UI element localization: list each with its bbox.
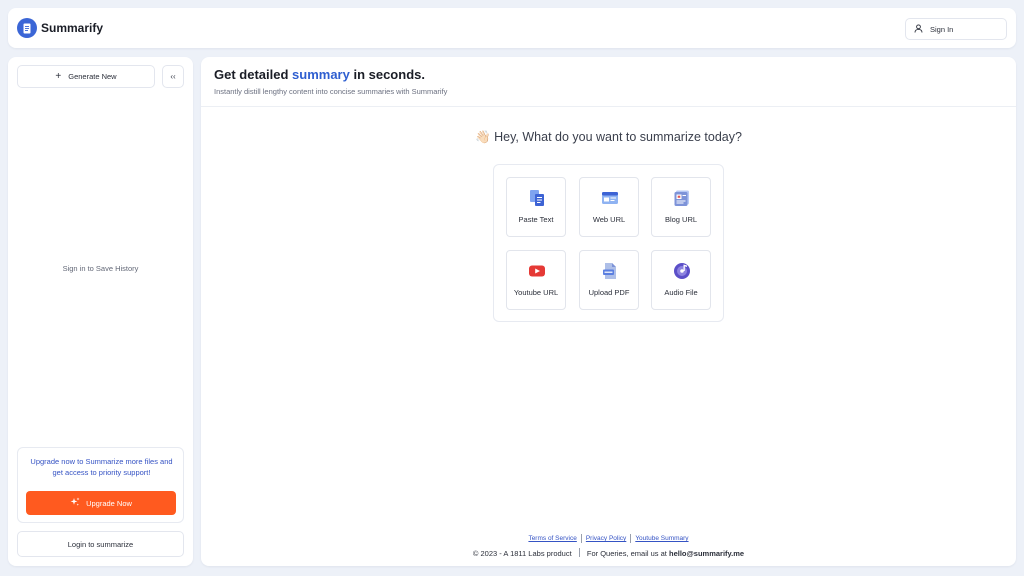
collapse-sidebar-button[interactable]: ‹‹: [162, 65, 184, 88]
youtube-summary-link[interactable]: Youtube Summary: [635, 535, 688, 542]
footer-divider: [578, 548, 580, 557]
option-label: Blog URL: [664, 215, 698, 224]
option-blog-url[interactable]: Blog URL: [651, 177, 711, 237]
login-label: Login to summarize: [67, 539, 134, 549]
greeting: 👋🏻 Hey, What do you want to summarize to…: [201, 130, 1016, 145]
option-label: Web URL: [592, 215, 626, 224]
option-label: Upload PDF: [588, 288, 630, 297]
copyright-text: © 2023 - A 1811 Labs product: [472, 549, 572, 558]
greeting-text: Hey, What do you want to summarize today…: [494, 130, 742, 144]
upgrade-text: Upgrade now to Summarize more files and …: [30, 457, 173, 477]
headline-accent: summary: [292, 67, 350, 82]
option-youtube-url[interactable]: Youtube URL: [506, 250, 566, 310]
option-label: Youtube URL: [513, 288, 559, 297]
summarize-options: Paste Text Web URL Blog URL Youtube URL …: [493, 164, 724, 322]
page-subtitle: Instantly distill lengthy content into c…: [214, 87, 448, 96]
login-to-summarize-button[interactable]: Login to summarize: [17, 531, 184, 557]
generate-new-label: Generate New: [68, 72, 117, 81]
option-label: Paste Text: [518, 215, 554, 224]
youtube-icon: [528, 262, 546, 280]
double-chevron-left-icon: ‹‹: [170, 72, 176, 81]
upgrade-card: Upgrade now to Summarize more files and …: [17, 447, 184, 523]
user-icon: [914, 20, 923, 38]
upgrade-now-button[interactable]: Upgrade Now: [26, 491, 176, 515]
sidebar: + Generate New ‹‹ Sign in to Save Histor…: [8, 57, 193, 566]
sparkle-icon: [70, 494, 80, 512]
paste-text-icon: [528, 189, 546, 207]
headline-start: Get detailed: [214, 67, 293, 82]
link-divider: [630, 534, 632, 543]
history-note: Sign in to Save History: [62, 264, 139, 273]
link-divider: [580, 534, 582, 543]
privacy-policy-link[interactable]: Privacy Policy: [586, 535, 626, 542]
pdf-icon: [601, 262, 619, 280]
main-header: Get detailed summary in seconds. Instant…: [201, 57, 1016, 107]
upgrade-now-label: Upgrade Now: [86, 498, 132, 508]
blog-url-icon: [673, 189, 691, 207]
terms-of-service-link[interactable]: Terms of Service: [528, 535, 576, 542]
option-audio-file[interactable]: Audio File: [651, 250, 711, 310]
page-title: Get detailed summary in seconds.: [214, 67, 425, 82]
app-name: Summarify: [41, 21, 104, 35]
audio-file-icon: [673, 262, 691, 280]
sign-in-label: Sign In: [930, 24, 954, 34]
sign-in-button[interactable]: Sign In: [905, 18, 1007, 40]
footer-links: Terms of Service Privacy Policy Youtube …: [201, 534, 1016, 543]
footer-copyright: © 2023 - A 1811 Labs product For Queries…: [201, 548, 1016, 558]
option-upload-pdf[interactable]: Upload PDF: [579, 250, 639, 310]
main-panel: Get detailed summary in seconds. Instant…: [201, 57, 1016, 566]
summarify-logo-icon: [17, 18, 37, 38]
option-paste-text[interactable]: Paste Text: [506, 177, 566, 237]
web-url-icon: [601, 189, 619, 207]
contact-email[interactable]: hello@summarify.me: [669, 549, 744, 558]
generate-new-button[interactable]: + Generate New: [17, 65, 155, 88]
brand[interactable]: Summarify: [17, 18, 103, 38]
option-web-url[interactable]: Web URL: [579, 177, 639, 237]
queries-text: For Queries, email us at: [586, 549, 669, 558]
waving-hand-icon: 👋🏻: [475, 130, 491, 144]
plus-icon: +: [55, 70, 62, 82]
top-bar: Summarify Sign In: [8, 8, 1016, 48]
option-label: Audio File: [664, 288, 698, 297]
headline-end: in seconds.: [349, 67, 425, 82]
